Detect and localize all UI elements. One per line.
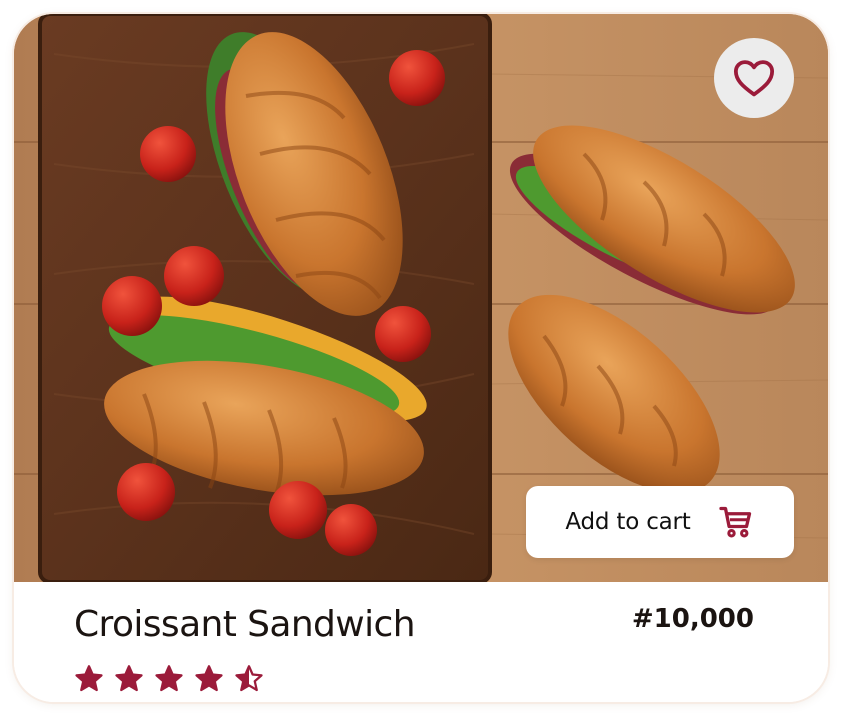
- product-info: Croissant Sandwich #10,000: [14, 582, 828, 702]
- star-half-icon: [235, 665, 263, 692]
- star-full-icon: [155, 665, 183, 692]
- product-title: Croissant Sandwich: [74, 604, 416, 645]
- add-to-cart-button[interactable]: Add to cart: [526, 486, 794, 558]
- favorite-button[interactable]: [714, 38, 794, 118]
- product-price: #10,000: [631, 604, 754, 634]
- product-card: Add to cart Croissant Sandwich #10,000: [14, 14, 828, 702]
- shopping-cart-icon: [718, 506, 751, 538]
- add-to-cart-label: Add to cart: [565, 509, 691, 535]
- star-rating: [74, 664, 264, 694]
- product-photo: Add to cart: [14, 14, 828, 582]
- star-full-icon: [75, 665, 103, 692]
- heart-icon: [733, 60, 775, 97]
- star-full-icon: [195, 665, 223, 692]
- star-full-icon: [115, 665, 143, 692]
